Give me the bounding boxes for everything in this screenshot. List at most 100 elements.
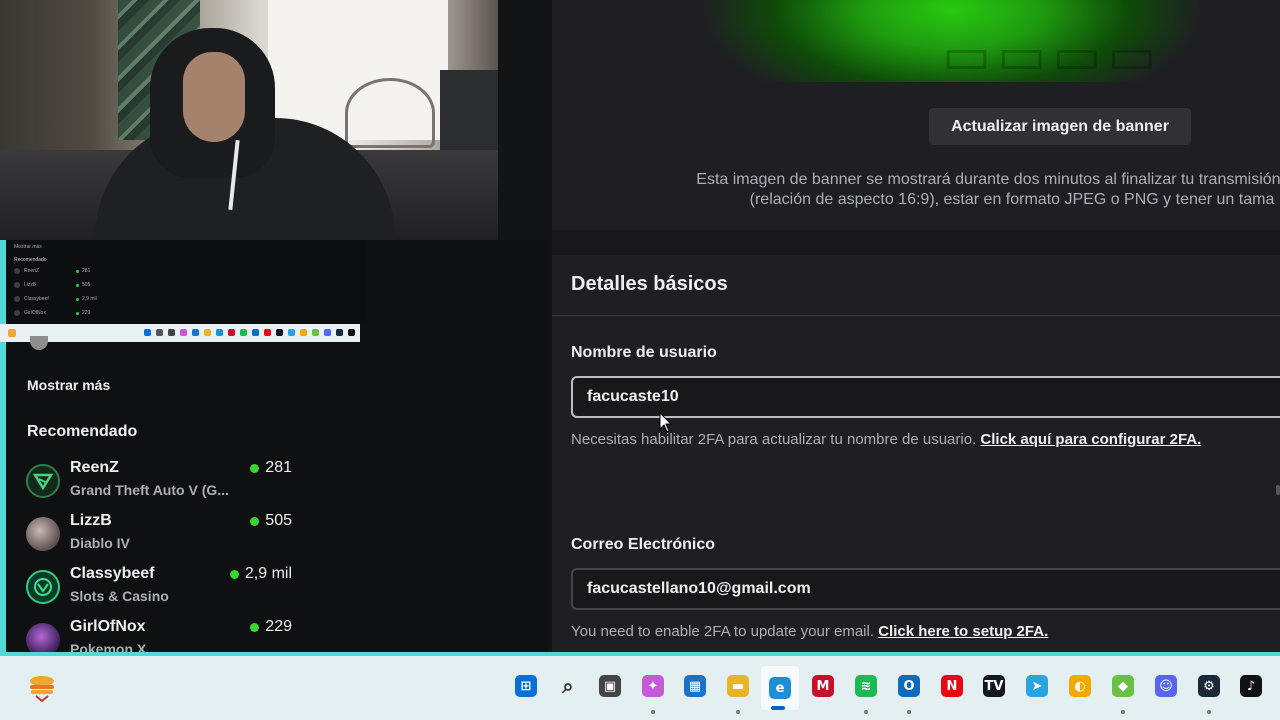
live-dot-icon <box>250 463 260 473</box>
taskbar-bluestacks[interactable]: ◆ <box>1107 670 1139 714</box>
mini-avatar <box>14 268 20 274</box>
windows-start-icon: ⊞ <box>515 675 537 697</box>
taskbar-netflix[interactable]: N <box>936 670 968 702</box>
setup-2fa-email-link[interactable]: Click here to setup 2FA. <box>878 623 1048 640</box>
running-indicator <box>651 710 655 714</box>
email-value: facucastellano10@gmail.com <box>587 580 811 597</box>
outlook-icon: O <box>898 675 920 697</box>
live-dot-icon <box>250 516 260 526</box>
scroll-indicator <box>1276 485 1280 495</box>
setup-2fa-link[interactable]: Click aquí para configurar 2FA. <box>980 431 1201 448</box>
show-more-link[interactable]: Mostrar más <box>27 377 110 393</box>
running-indicator <box>907 710 911 714</box>
taskbar-mcafee[interactable]: M <box>807 670 839 702</box>
live-dot-icon <box>250 622 260 632</box>
taskbar-windows-start[interactable]: ⊞ <box>510 670 542 702</box>
spotify-icon: ≋ <box>855 675 877 697</box>
lizzb-avatar <box>26 517 60 551</box>
mini-taskbar-logo-icon <box>8 329 16 337</box>
mini-recommended: Recomendado <box>14 257 47 263</box>
taskbar-file-explorer[interactable]: ▬ <box>722 670 754 714</box>
task-view-icon: ▣ <box>599 675 621 697</box>
mini-live-dot <box>76 312 79 315</box>
microsoft-store-icon: ▦ <box>684 675 706 697</box>
taskbar-outlook[interactable]: O <box>893 670 925 714</box>
viewer-count-value: 229 <box>265 618 292 635</box>
username-label: Nombre de usuario <box>571 344 717 361</box>
windows-taskbar: ⊞ ⌕ ▣ ✦ ▦ ▬ e M ≋ O N TV ➤ ◐ ◆ ☺ ⚙ ♪ <box>0 652 1280 720</box>
email-hint: You need to enable 2FA to update your em… <box>571 623 1048 640</box>
webcam-door <box>440 70 498 160</box>
viewer-count: 229 <box>250 618 292 636</box>
taskbar-chrome-canary[interactable]: ◐ <box>1064 670 1096 702</box>
running-indicator <box>1207 710 1211 714</box>
channel-game: Diablo IV <box>70 535 130 551</box>
taskbar-edge[interactable]: e <box>761 666 799 710</box>
taskbar-steam[interactable]: ⚙ <box>1193 670 1225 714</box>
taskbar-telegram[interactable]: ➤ <box>1021 670 1053 702</box>
channel-game: Slots & Casino <box>70 588 169 604</box>
mini-item: LizzB <box>24 282 37 288</box>
reenz-logo-icon <box>32 473 54 491</box>
mini-avatar <box>14 310 20 316</box>
taskbar-copilot[interactable]: ✦ <box>637 670 669 714</box>
banner-image-preview: ▭▭▭▭ <box>552 0 1280 82</box>
mini-viewers: 505 <box>82 282 91 288</box>
mini-taskbar-icons <box>144 329 355 336</box>
channel-item-reenz[interactable]: ReenZ Grand Theft Auto V (G... 281 <box>26 459 296 503</box>
channel-item-classybeef[interactable]: Classybeef Slots & Casino 2,9 mil <box>26 565 296 609</box>
mouse-cursor-icon <box>659 412 673 433</box>
channel-name: GirlOfNox <box>70 618 146 635</box>
file-explorer-icon: ▬ <box>727 675 749 697</box>
mini-item: ReenZ <box>24 268 40 274</box>
section-divider <box>552 315 1280 316</box>
running-indicator <box>864 710 868 714</box>
taskbar-microsoft-store[interactable]: ▦ <box>679 670 711 702</box>
mini-live-dot <box>76 298 79 301</box>
search-icon: ⌕ <box>562 674 574 698</box>
viewer-count: 505 <box>250 512 292 530</box>
taskbar-spotify[interactable]: ≋ <box>850 670 882 714</box>
username-hint-text: Necesitas habilitar 2FA para actualizar … <box>571 431 977 448</box>
mini-show-more: Mostrar más <box>14 244 42 250</box>
tradingview-icon: TV <box>983 675 1005 697</box>
viewer-count: 281 <box>250 459 292 477</box>
recommended-heading: Recomendado <box>27 423 138 440</box>
taskbar-discord[interactable]: ☺ <box>1150 670 1182 702</box>
mini-screen-preview: Mostrar más Recomendado ReenZ 281 LizzB … <box>6 240 366 322</box>
mini-avatar <box>14 282 20 288</box>
taskbar-tradingview[interactable]: TV <box>978 670 1010 702</box>
running-indicator <box>736 710 740 714</box>
running-indicator <box>1121 710 1125 714</box>
banner-description: Esta imagen de banner se mostrará durant… <box>492 170 1280 210</box>
streamer-logo-icon[interactable] <box>26 672 58 704</box>
mini-viewers: 2,9 mil <box>82 296 97 302</box>
webcam-chair <box>345 78 435 148</box>
channel-name: LizzB <box>70 512 112 529</box>
bluestacks-icon: ◆ <box>1112 675 1134 697</box>
taskbar-tiktok[interactable]: ♪ <box>1235 670 1267 702</box>
classybeef-avatar <box>26 570 60 604</box>
email-label: Correo Electrónico <box>571 536 716 553</box>
settings-panel: ▭▭▭▭ Actualizar imagen de banner Esta im… <box>552 0 1280 655</box>
update-banner-button[interactable]: Actualizar imagen de banner <box>929 108 1191 145</box>
reenz-avatar <box>26 464 60 498</box>
mini-taskbar <box>0 324 360 342</box>
webcam-overlay <box>0 0 498 240</box>
taskbar-search[interactable]: ⌕ <box>552 670 584 702</box>
email-hint-text: You need to enable 2FA to update your em… <box>571 623 875 640</box>
netflix-icon: N <box>941 675 963 697</box>
steam-icon: ⚙ <box>1198 675 1220 697</box>
webcam-person-face <box>183 52 245 142</box>
mini-item: Classybeef <box>24 296 49 302</box>
channel-item-lizzb[interactable]: LizzB Diablo IV 505 <box>26 512 296 556</box>
banner-watermark-shape: ▭▭▭▭ <box>942 27 1163 82</box>
banner-description-line2: (relación de aspecto 16:9), estar en for… <box>749 191 1275 208</box>
taskbar-task-view[interactable]: ▣ <box>594 670 626 702</box>
viewer-count: 2,9 mil <box>229 565 292 583</box>
email-field[interactable]: facucastellano10@gmail.com <box>571 568 1280 610</box>
channel-game: Grand Theft Auto V (G... <box>70 482 229 498</box>
username-field[interactable]: facucaste10 <box>571 376 1280 418</box>
banner-card: ▭▭▭▭ Actualizar imagen de banner Esta im… <box>552 0 1280 230</box>
mini-item: GirlOfNox <box>24 310 46 316</box>
